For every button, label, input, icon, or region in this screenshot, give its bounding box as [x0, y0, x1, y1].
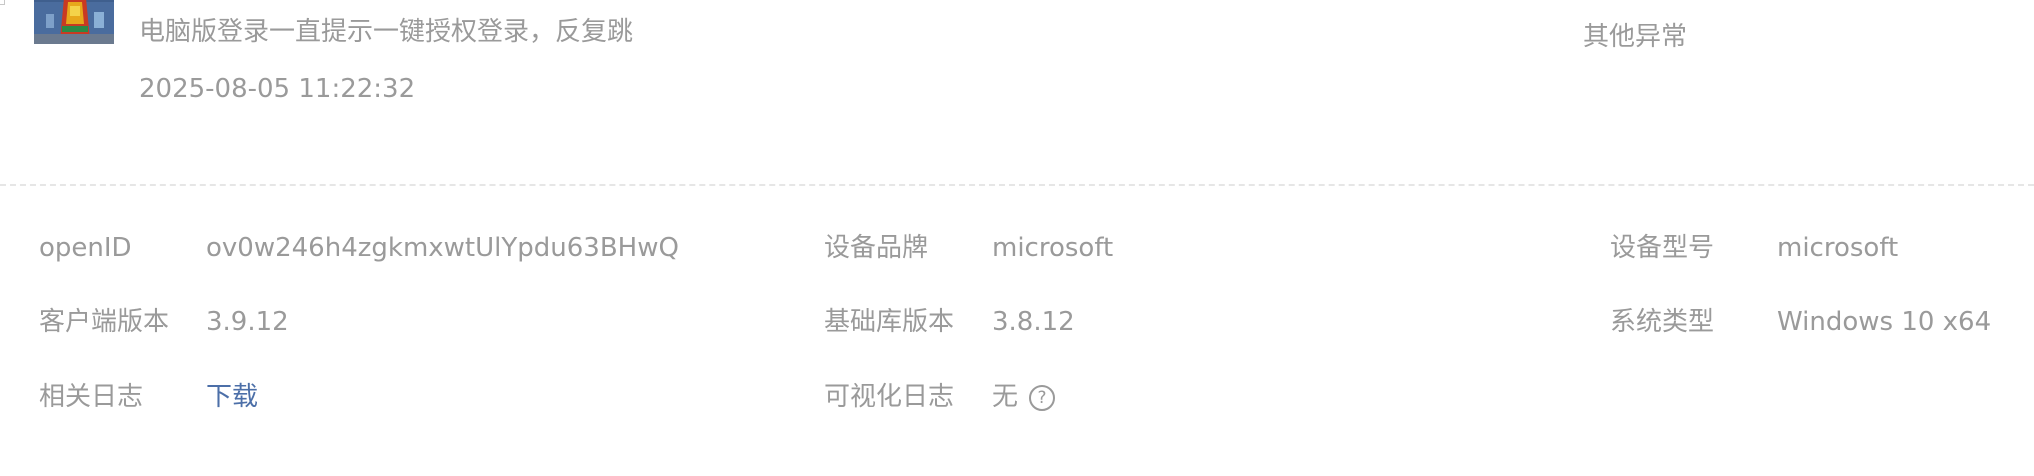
client-version-value: 3.9.12	[206, 307, 289, 337]
related-logs-label: 相关日志	[39, 382, 144, 412]
device-model-label: 设备型号	[1610, 233, 1715, 263]
system-type-label: 系统类型	[1610, 307, 1715, 337]
system-type-value: Windows 10 x64	[1777, 307, 1992, 337]
client-version-label: 客户端版本	[39, 307, 170, 337]
openid-label: openID	[39, 233, 132, 263]
feedback-content: 电脑版登录一直提示一键授权登录，反复跳	[139, 17, 634, 47]
openid-value: ov0w246h4zgkmxwtUlYpdu63BHwQ	[206, 233, 679, 263]
visual-logs-value: 无	[992, 382, 1019, 412]
feedback-category: 其他异常	[1583, 22, 1688, 52]
device-brand-value: microsoft	[992, 233, 1114, 263]
select-checkbox[interactable]	[0, 0, 5, 5]
help-icon[interactable]: ?	[1029, 385, 1055, 411]
lib-version-value: 3.8.12	[992, 307, 1075, 337]
section-divider	[0, 184, 2034, 186]
device-model-value: microsoft	[1777, 233, 1899, 263]
avatar-image	[34, 0, 114, 44]
avatar	[34, 0, 114, 44]
lib-version-label: 基础库版本	[824, 307, 955, 337]
download-logs-link[interactable]: 下载	[206, 379, 258, 415]
feedback-timestamp: 2025-08-05 11:22:32	[139, 74, 416, 104]
visual-logs-label: 可视化日志	[824, 382, 955, 412]
device-brand-label: 设备品牌	[824, 233, 929, 263]
